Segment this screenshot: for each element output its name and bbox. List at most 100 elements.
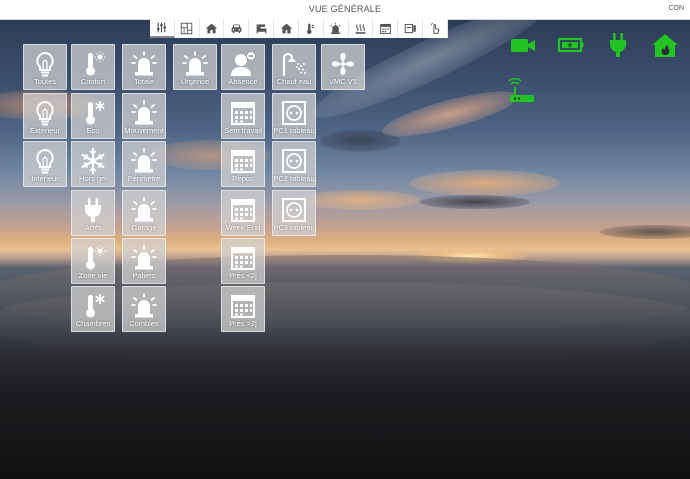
tile-label: Chauf eau bbox=[276, 77, 312, 86]
tile-presence-short[interactable]: Prés <2j bbox=[221, 238, 265, 284]
calendar-icon bbox=[231, 295, 255, 318]
tile-label: Totale bbox=[133, 77, 154, 86]
tile-ventilation[interactable]: VMC V1 bbox=[321, 44, 365, 90]
heating-icon bbox=[355, 24, 366, 34]
power-outlet-icon bbox=[282, 198, 306, 222]
tile-label: Zone vie bbox=[78, 271, 108, 280]
tile-label: Arrêt bbox=[84, 223, 102, 232]
tab-home[interactable] bbox=[200, 19, 225, 38]
tile-alarm-landings[interactable]: Paliers bbox=[122, 238, 166, 284]
tile-heating-bedrooms[interactable]: Chambres bbox=[71, 286, 115, 332]
tile-workweek[interactable]: Sem travail bbox=[221, 93, 265, 139]
tile-heating-frost[interactable]: Hors gel bbox=[71, 141, 115, 187]
thermometer-snow-icon bbox=[86, 294, 105, 318]
tile-label: Prés <2j bbox=[229, 271, 257, 280]
lightbulb-icon bbox=[36, 100, 54, 126]
tile-water-heater[interactable]: Chauf eau bbox=[272, 44, 316, 90]
tile-alarm-attic[interactable]: Combles bbox=[122, 286, 166, 332]
tile-outlet-pc1[interactable]: PC1 tableau bbox=[272, 93, 316, 139]
tile-lights-exterior[interactable]: Extérieur bbox=[23, 93, 67, 139]
power-plug-icon bbox=[85, 198, 101, 222]
router-status[interactable] bbox=[505, 78, 535, 106]
tab-house[interactable] bbox=[274, 19, 299, 38]
wireless-router-icon bbox=[508, 78, 534, 102]
tile-presence-long[interactable]: Prés >2j bbox=[221, 286, 265, 332]
tile-label: Repos bbox=[232, 174, 254, 183]
user-away-icon bbox=[231, 51, 256, 76]
tab-car[interactable] bbox=[224, 19, 250, 38]
calendar-icon bbox=[231, 247, 255, 270]
tile-weekend[interactable]: Week End bbox=[221, 190, 265, 236]
alarm-beacon-icon bbox=[131, 245, 157, 270]
tile-label: Toutes bbox=[33, 77, 57, 86]
tile-label: Hors gel bbox=[79, 174, 107, 183]
alarm-beacon-icon bbox=[131, 293, 157, 318]
tab-outlets[interactable] bbox=[398, 19, 424, 38]
calendar-icon bbox=[231, 102, 255, 125]
tile-heating-off[interactable]: Arrêt bbox=[71, 190, 115, 236]
house-fire-icon bbox=[652, 34, 678, 57]
tile-lights-all[interactable]: Toutes bbox=[23, 44, 67, 90]
camera-icon bbox=[511, 39, 535, 52]
battery-status[interactable] bbox=[556, 31, 586, 59]
tile-emergency[interactable]: Urgence bbox=[173, 44, 217, 90]
tab-floor-plan[interactable] bbox=[175, 19, 200, 38]
sliders-icon bbox=[157, 22, 167, 33]
tile-alarm-total[interactable]: Totale bbox=[122, 44, 166, 90]
shower-icon bbox=[282, 52, 306, 76]
floor-plan-icon bbox=[181, 22, 193, 35]
tile-label: Garage bbox=[131, 223, 157, 232]
tile-heating-eco[interactable]: Eco bbox=[71, 93, 115, 139]
battery-charging-icon bbox=[557, 37, 584, 53]
tile-lights-interior[interactable]: Intérieur bbox=[23, 141, 67, 187]
tile-label: Périmètre bbox=[127, 174, 161, 183]
tile-alarm-motion[interactable]: Mouvement bbox=[122, 93, 166, 139]
lightbulb-icon bbox=[36, 51, 54, 77]
tile-outlet-pc2[interactable]: PC2 tableau bbox=[272, 141, 316, 187]
tile-alarm-garage[interactable]: Garage bbox=[122, 190, 166, 236]
car-icon bbox=[231, 24, 242, 33]
alarm-icon bbox=[330, 22, 341, 35]
tile-rest[interactable]: Repos bbox=[221, 141, 265, 187]
tab-switches[interactable] bbox=[423, 19, 448, 38]
tab-sliders[interactable] bbox=[150, 19, 175, 38]
fan-icon bbox=[332, 53, 354, 75]
tile-outlet-pc3[interactable]: PC3 tableau bbox=[272, 190, 316, 236]
outlet-panel-icon bbox=[404, 23, 416, 34]
thermometer-sun-icon bbox=[86, 245, 106, 270]
tile-absence[interactable]: Absence bbox=[221, 44, 265, 90]
lightbulb-icon bbox=[36, 148, 54, 174]
tile-label: Confort bbox=[80, 77, 106, 86]
power-plug-icon bbox=[610, 33, 626, 57]
alarm-beacon-icon bbox=[182, 51, 208, 76]
tile-alarm-perimeter[interactable]: Périmètre bbox=[122, 141, 166, 187]
alarm-beacon-icon bbox=[131, 148, 157, 173]
tab-calendar[interactable] bbox=[373, 19, 399, 38]
tile-label: Sem travail bbox=[224, 126, 262, 135]
tile-label: Prés >2j bbox=[229, 319, 257, 328]
page-title: VUE GÉNÉRALE bbox=[308, 4, 382, 14]
house-status[interactable] bbox=[651, 31, 681, 59]
alarm-beacon-icon bbox=[131, 100, 157, 125]
tile-label: Intérieur bbox=[31, 174, 59, 183]
tile-label: Combles bbox=[129, 319, 159, 328]
tab-temperature[interactable] bbox=[299, 19, 324, 38]
top-bar: VUE GÉNÉRALE CON bbox=[0, 0, 690, 20]
snowflake-icon bbox=[81, 147, 105, 175]
tile-heating-comfort[interactable]: Confort bbox=[71, 44, 115, 90]
tile-heating-living-zone[interactable]: Zone vie bbox=[71, 238, 115, 284]
alarm-beacon-icon bbox=[131, 197, 157, 222]
tab-bedroom[interactable] bbox=[249, 19, 275, 38]
power-status[interactable] bbox=[603, 31, 633, 59]
connection-label[interactable]: CON bbox=[668, 5, 684, 12]
tile-label: PC2 tableau bbox=[273, 174, 315, 183]
tab-heating[interactable] bbox=[349, 19, 374, 38]
camera-status[interactable] bbox=[508, 31, 538, 59]
tile-label: Mouvement bbox=[124, 126, 164, 135]
thermometer-snow-icon bbox=[86, 101, 105, 125]
hand-switch-icon bbox=[430, 22, 439, 34]
bed-icon bbox=[256, 24, 267, 34]
tile-label: Extérieur bbox=[29, 126, 60, 135]
house-icon bbox=[205, 23, 218, 34]
tab-alarm[interactable] bbox=[324, 19, 349, 38]
